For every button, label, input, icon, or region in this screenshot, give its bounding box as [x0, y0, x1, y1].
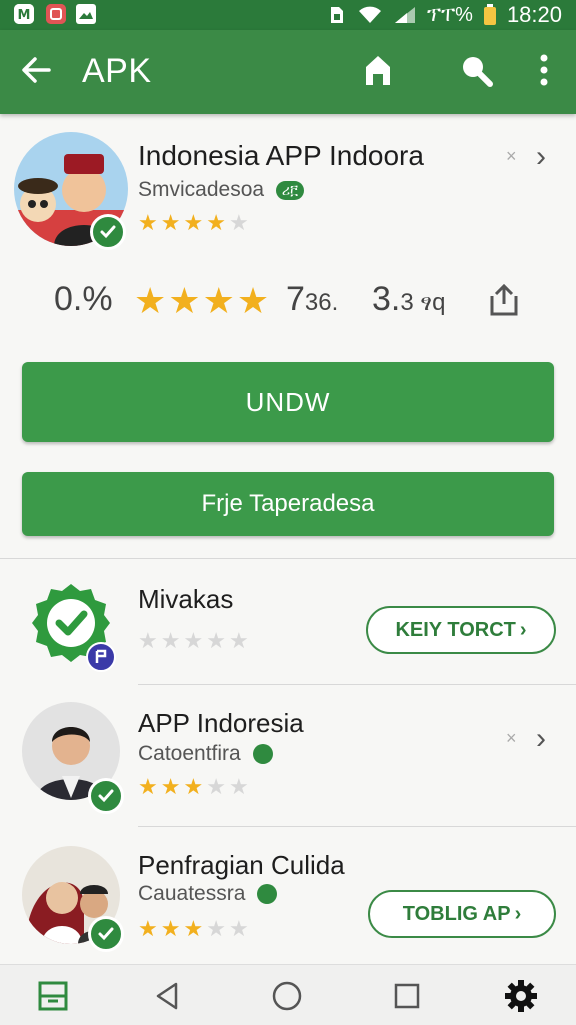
list-item-stars: ★ ★ ★ ★ ★ [138, 630, 249, 652]
gallery-icon [76, 4, 96, 24]
chevron-right-icon: › [514, 902, 522, 925]
search-icon[interactable] [456, 50, 496, 90]
store-icon[interactable] [358, 50, 398, 90]
star-filled-icon: ★ [138, 210, 158, 235]
battery-percent: ፕፐ% [426, 3, 473, 26]
star-empty-icon: ★ [138, 628, 158, 653]
verified-check-icon [88, 778, 124, 814]
star-filled-icon: ★ [236, 280, 270, 321]
signal-icon [394, 7, 415, 23]
list-item-action-button[interactable]: KEIY TORCT › [366, 606, 556, 654]
install-button-label: UNDW [245, 386, 331, 417]
verified-check-icon [88, 916, 124, 952]
app-title: Indonesia APP Indoora [138, 140, 424, 171]
battery-icon [483, 4, 496, 25]
dismiss-icon[interactable]: × [506, 728, 517, 749]
list-item[interactable]: APP Indoresia Catoentfira ★ ★ ★ ★ ★ × › [0, 686, 576, 824]
app-d-icon [46, 4, 66, 24]
back-arrow-icon[interactable] [16, 50, 56, 90]
app-bar-title: APK [82, 52, 152, 90]
app-rating-stars: ★ ★ ★ ★ ★ [138, 212, 249, 234]
star-empty-icon: ★ [160, 628, 181, 653]
list-item[interactable]: Penfragian Culida Cauatessra ★ ★ ★ ★ ★ TOBLI… [0, 828, 576, 962]
list-item-subtitle: Catoentfira [138, 742, 273, 766]
app-developer: Smvicadesoa ሪ፫ [138, 178, 304, 202]
install-button[interactable]: UNDW [22, 362, 554, 442]
apps-tab-icon[interactable] [36, 979, 70, 1013]
star-filled-icon: ★ [202, 280, 235, 321]
star-filled-icon: ★ [160, 210, 181, 235]
list-item[interactable]: Mivakas ★ ★ ★ ★ ★ KEIY TORCT › [0, 560, 576, 684]
star-empty-icon: ★ [228, 916, 249, 941]
navigation-bar [0, 964, 576, 1025]
list-item-action-label: KEIY TORCT [395, 618, 516, 641]
star-filled-icon: ★ [168, 280, 201, 321]
stat-reviews: 736. [286, 280, 338, 319]
dismiss-icon[interactable]: × [506, 146, 517, 167]
wifi-icon [358, 6, 381, 23]
stat-reviews-main: 7 [286, 280, 305, 318]
settings-gear-icon[interactable] [504, 979, 538, 1013]
star-filled-icon: ★ [160, 916, 181, 941]
star-empty-icon: ★ [183, 628, 204, 653]
svg-text:M: M [18, 8, 31, 23]
list-item-stars: ★ ★ ★ ★ ★ [138, 918, 249, 940]
stat-size-suffix: 3 ፃq [400, 289, 446, 316]
list-item-title: Mivakas [138, 584, 234, 614]
status-right: ፕፐ% 18:20 [327, 2, 562, 27]
star-filled-icon: ★ [138, 774, 158, 799]
verified-check-icon [90, 214, 126, 250]
sim-icon [330, 7, 343, 23]
stat-size: 3.3 ፃq [372, 280, 445, 319]
app-m-icon: M [14, 4, 34, 24]
chevron-right-icon[interactable]: › [536, 140, 546, 174]
star-empty-icon: ★ [228, 628, 249, 653]
section-divider [0, 558, 576, 559]
list-item-subtitle: Cauatessra [138, 882, 278, 906]
stat-downloads: 0.% [54, 280, 113, 318]
star-filled-icon: ★ [134, 280, 167, 321]
more-vert-icon[interactable] [524, 50, 564, 90]
list-item-title: Penfragian Culida [138, 850, 345, 880]
star-filled-icon: ★ [183, 210, 204, 235]
list-item-title: APP Indoresia [138, 708, 304, 738]
back-nav-icon[interactable] [150, 979, 184, 1013]
tag-icon [257, 884, 278, 905]
star-empty-icon: ★ [206, 628, 226, 653]
star-empty-icon: ★ [228, 774, 249, 799]
star-filled-icon: ★ [183, 916, 204, 941]
list-item-subtitle-text: Cauatessra [138, 882, 246, 905]
app-developer-label: Smvicadesoa [138, 178, 265, 201]
chevron-right-icon: › [519, 618, 527, 641]
app-bar: APK [0, 30, 576, 114]
star-filled-icon: ★ [183, 774, 204, 799]
secondary-button[interactable]: Frje Taperadesa [22, 472, 554, 536]
list-divider [138, 684, 576, 685]
star-filled-icon: ★ [206, 210, 226, 235]
star-filled-icon: ★ [160, 774, 181, 799]
secondary-button-label: Frje Taperadesa [201, 490, 375, 517]
stat-rating-stars: ★ ★ ★ ★ [134, 282, 269, 320]
star-empty-icon: ★ [228, 210, 249, 235]
status-bar: M ፕፐ% 18:20 [0, 0, 576, 30]
share-icon[interactable] [486, 282, 522, 318]
app-badge: ሪ፫ [275, 180, 304, 200]
star-empty-icon: ★ [206, 774, 226, 799]
recents-nav-icon[interactable] [390, 979, 424, 1013]
list-item-stars: ★ ★ ★ ★ ★ [138, 776, 249, 798]
list-item-subtitle-text: Catoentfira [138, 742, 241, 765]
stat-reviews-suffix: 36. [304, 289, 339, 316]
tag-icon [252, 744, 273, 765]
home-nav-icon[interactable] [270, 979, 304, 1013]
chevron-right-icon[interactable]: › [536, 722, 546, 756]
status-time: 18:20 [506, 2, 562, 27]
list-item-action-button[interactable]: TOBLIG AP › [368, 890, 556, 938]
star-empty-icon: ★ [206, 916, 226, 941]
list-divider [138, 826, 576, 827]
flag-badge-icon [86, 642, 116, 672]
star-filled-icon: ★ [138, 916, 158, 941]
stat-size-main: 3. [372, 280, 401, 318]
list-item-action-label: TOBLIG AP [402, 902, 511, 925]
